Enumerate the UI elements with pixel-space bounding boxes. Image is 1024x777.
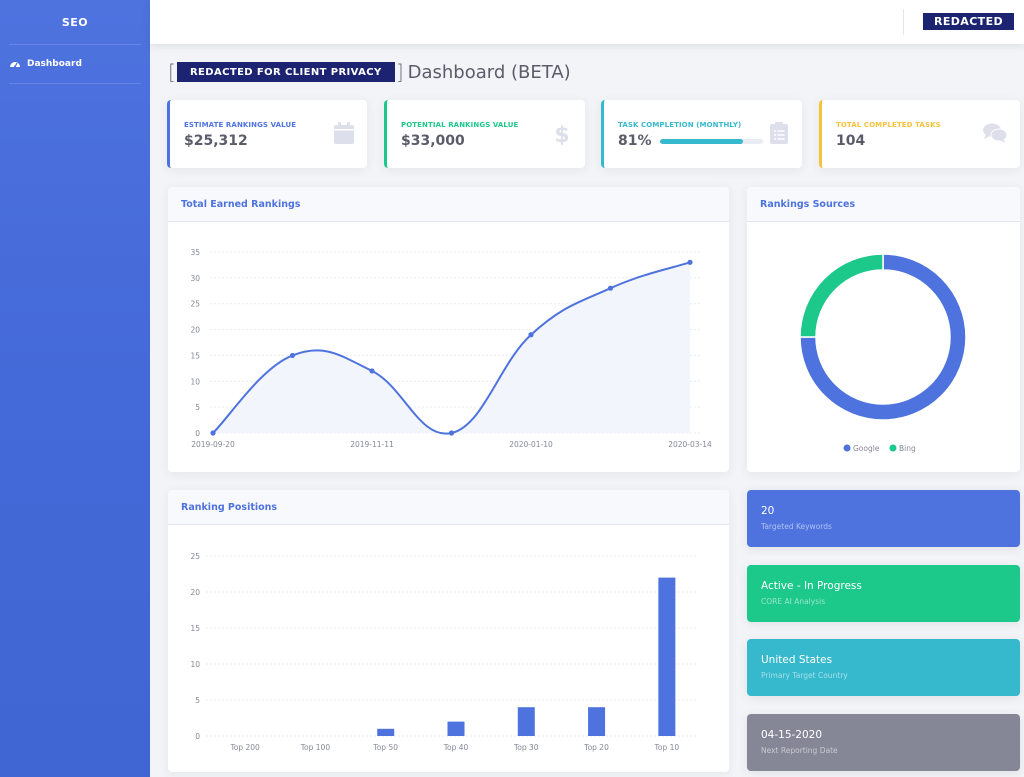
y-tick-label: 5 (195, 696, 200, 705)
stat-card-estimate-value: Estimate Rankings Value $25,312 (167, 100, 367, 168)
y-tick-label: 15 (190, 351, 200, 360)
info-card-next-reporting-date: 04-15-2020 Next Reporting Date (747, 714, 1020, 771)
task-progress-fill (660, 139, 744, 144)
stat-value: $33,000 (401, 133, 465, 149)
data-point (448, 430, 455, 436)
legend-swatch (843, 444, 851, 452)
stat-card-completed-tasks: Total Completed Tasks 104 (819, 100, 1020, 168)
x-tick-label: 2020-01-10 (509, 440, 553, 449)
data-point (687, 259, 693, 265)
info-card-targeted-keywords: 20 Targeted Keywords (747, 490, 1020, 547)
dollar-icon: $ (554, 123, 569, 145)
data-point (289, 352, 296, 359)
x-tick-label: Top 200 (229, 743, 260, 752)
stat-card-task-completion: Task Completion (Monthly) 81% (601, 100, 802, 168)
legend-label: Bing (899, 444, 916, 453)
x-tick-label: Top 20 (583, 743, 609, 752)
y-tick-label: 20 (190, 588, 200, 597)
user-menu-redacted[interactable]: REDACTED (923, 13, 1014, 30)
info-label: Next Reporting Date (761, 746, 838, 755)
bar (517, 707, 535, 736)
info-label: Targeted Keywords (761, 522, 832, 531)
stat-card-potential-value: Potential Rankings Value $33,000 $ (384, 100, 585, 168)
y-tick-label: 25 (190, 300, 200, 309)
x-tick-label: Top 100 (300, 743, 331, 752)
info-card-analysis-status: Active - In Progress CORE AI Analysis (747, 565, 1020, 622)
data-point (528, 332, 534, 338)
tachometer-icon (9, 58, 21, 70)
stat-label: Estimate Rankings Value (184, 121, 297, 129)
y-tick-label: 25 (190, 552, 200, 561)
slice-bing (799, 253, 884, 338)
task-progress-bar (660, 139, 763, 144)
bar (377, 728, 395, 736)
topbar: REDACTED (150, 0, 1024, 44)
x-tick-label: 2020-03-14 (668, 440, 712, 449)
y-tick-label: 10 (190, 377, 200, 386)
panel-rankings-sources: Rankings Sources Google Bing (747, 187, 1020, 472)
y-tick-label: 0 (195, 732, 200, 741)
sidebar: SEO Dashboard (0, 0, 150, 777)
x-tick-label: 2019-09-20 (191, 440, 235, 449)
y-tick-label: 0 (195, 429, 200, 438)
x-tick-label: 2019-11-11 (350, 440, 394, 449)
y-tick-label: 35 (190, 248, 200, 257)
data-point (607, 285, 614, 291)
y-tick-label: 30 (190, 274, 200, 283)
y-tick-label: 15 (190, 624, 200, 633)
panel-ranking-positions: Ranking Positions 0 5 10 15 20 25 Top 200 Top 1… (168, 490, 729, 772)
svg-text:$: $ (554, 123, 569, 145)
bracket-open: [ (168, 60, 176, 84)
redacted-client-name: REDACTED FOR CLIENT PRIVACY (176, 62, 395, 82)
info-card-target-country: United States Primary Target Country (747, 639, 1020, 696)
info-label: CORE AI Analysis (761, 597, 826, 606)
sidebar-item-label: Dashboard (27, 59, 82, 69)
x-tick-label: Top 40 (443, 743, 469, 752)
x-tick-label: Top 10 (654, 743, 680, 752)
bar-chart: 0 5 10 15 20 25 Top 200 Top 100 Top 50 Top 40 Top … (190, 552, 698, 752)
panel-total-earned-rankings: Total Earned Rankings 0 5 10 15 20 25 30 35 2019… (168, 187, 729, 472)
stat-label: Total Completed Tasks (836, 121, 941, 129)
info-value: 20 (761, 505, 775, 517)
info-value: 04-15-2020 (761, 729, 823, 741)
bracket-close: ] (395, 60, 404, 84)
y-tick-label: 10 (190, 660, 200, 669)
page-title: [ REDACTED FOR CLIENT PRIVACY ] Dashboar… (168, 58, 571, 86)
info-label: Primary Target Country (761, 671, 848, 680)
brand-logo[interactable]: SEO (0, 0, 150, 44)
calendar-icon (334, 122, 354, 144)
stat-value: 104 (836, 133, 866, 149)
data-point (210, 430, 216, 436)
stat-label: Potential Rankings Value (401, 121, 519, 129)
bar (658, 577, 676, 736)
data-point (369, 368, 375, 374)
y-tick-label: 20 (190, 326, 200, 335)
stat-value: 81% (618, 133, 652, 149)
page-title-text: Dashboard (BETA) (407, 61, 571, 83)
sidebar-divider (9, 83, 141, 84)
topbar-divider (903, 9, 904, 35)
legend-label: Google (853, 444, 880, 453)
clipboard-list-icon (770, 122, 788, 144)
area-fill (213, 262, 690, 434)
donut-chart: Google Bing (799, 253, 967, 453)
info-value: Active - In Progress (761, 580, 862, 592)
stat-value: $25,312 (184, 133, 248, 149)
y-tick-label: 5 (195, 403, 200, 412)
line-chart: 0 5 10 15 20 25 30 35 2019-09-20 2019-11-11 2020-0… (190, 248, 712, 449)
legend-swatch (889, 444, 897, 452)
info-value: United States (761, 654, 833, 666)
x-tick-label: Top 30 (513, 743, 539, 752)
comments-icon (983, 123, 1008, 143)
bar (447, 721, 465, 736)
sidebar-item-dashboard[interactable]: Dashboard (0, 45, 150, 83)
bar (588, 707, 606, 736)
stat-label: Task Completion (Monthly) (618, 121, 742, 129)
x-tick-label: Top 50 (372, 743, 398, 752)
